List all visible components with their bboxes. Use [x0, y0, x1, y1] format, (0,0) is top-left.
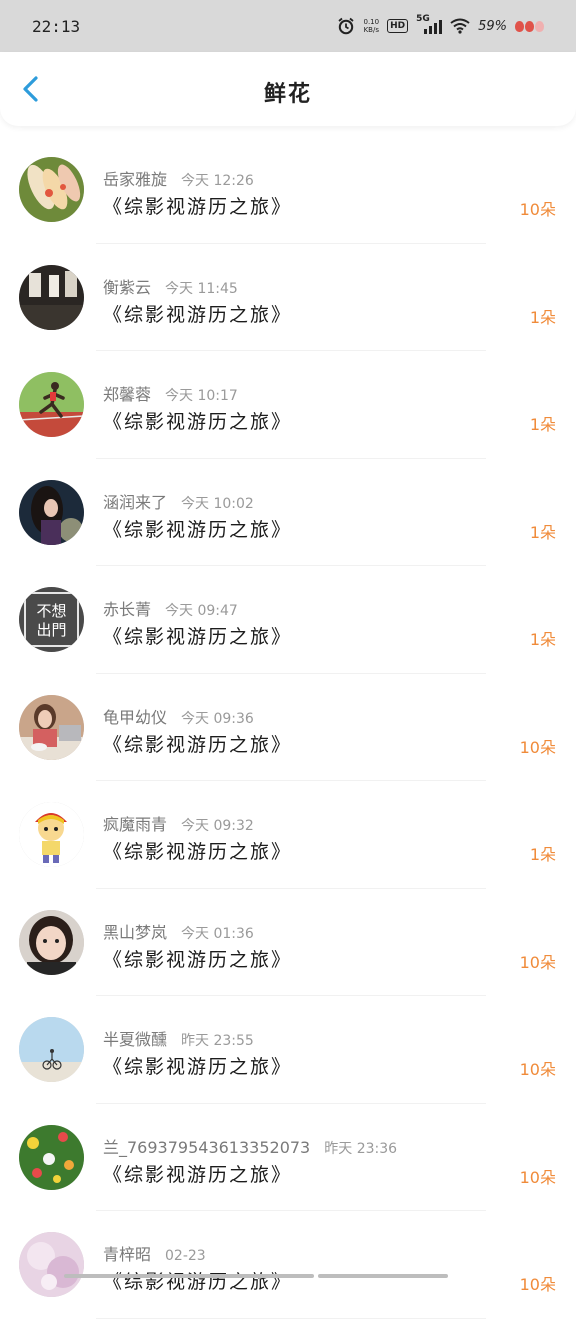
network-speed: 0.10 KB/s	[363, 18, 379, 34]
app-notification-icons	[515, 20, 544, 32]
flower-count: 10朵	[519, 1275, 556, 1294]
book-title: 《综影视游历之旅》	[103, 733, 293, 756]
battery-level: 59%	[478, 18, 507, 34]
svg-text:出門: 出門	[36, 621, 66, 639]
avatar-runner[interactable]	[19, 372, 84, 437]
network-speed-unit: KB/s	[363, 26, 379, 34]
flower-count: 1朵	[529, 307, 556, 327]
gift-time: 今天 10:02	[181, 495, 254, 512]
status-bar: 22:13 0.10 KB/s HD 5G 59%	[0, 0, 576, 52]
book-title: 《综影视游历之旅》	[103, 626, 293, 648]
user-name[interactable]: 衡紫云	[103, 278, 151, 297]
status-icons: 0.10 KB/s HD 5G 59%	[337, 14, 544, 38]
avatar-pink-blur[interactable]	[19, 1232, 84, 1297]
book-title: 《综影视游历之旅》	[103, 196, 293, 218]
gift-row[interactable]: 兰_769379543613352073 昨天 23:36 《综影视游历之旅》 10朵	[0, 1104, 576, 1211]
flower-count: 1朵	[529, 522, 556, 542]
gift-row-header: 半夏微醺 昨天 23:55	[103, 1026, 254, 1050]
alarm-icon	[338, 17, 355, 35]
gift-row-header: 黑山梦岚 今天 01:36	[103, 919, 254, 943]
page-title: 鲜花	[263, 82, 312, 107]
cellular-signal-icon: 5G	[416, 14, 443, 36]
user-name[interactable]: 疯魔雨青	[103, 815, 167, 834]
gift-time: 今天 11:45	[165, 280, 238, 297]
flower-count: 1朵	[529, 415, 556, 434]
gift-row-header: 疯魔雨青 今天 09:32	[103, 811, 254, 835]
svg-text:不想: 不想	[36, 602, 66, 620]
gift-row[interactable]: 疯魔雨青 今天 09:32 《综影视游历之旅》 1朵	[0, 781, 576, 889]
user-name[interactable]: 岳家雅旋	[103, 170, 167, 189]
gift-row[interactable]: 涵润来了 今天 10:02 《综影视游历之旅》 1朵	[0, 459, 576, 566]
gift-row-header: 赤长菁 今天 09:47	[103, 596, 238, 620]
book-title: 《综影视游历之旅》	[103, 411, 293, 433]
flower-count: 10朵	[519, 200, 556, 219]
flower-count: 1朵	[529, 630, 556, 649]
gift-row-header: 青梓昭 02-23	[103, 1241, 206, 1265]
user-name[interactable]: 赤长菁	[103, 600, 151, 619]
gift-row[interactable]: 郑馨蓉 今天 10:17 《综影视游历之旅》 1朵	[0, 351, 576, 459]
avatar-girl-laptop[interactable]	[19, 694, 84, 760]
gift-row-header: 衡紫云 今天 11:45	[103, 274, 238, 298]
gift-row[interactable]: 衡紫云 今天 11:45 《综影视游历之旅》 1朵	[0, 244, 576, 351]
gift-row-header: 岳家雅旋 今天 12:26	[103, 166, 254, 190]
gift-time: 02-23	[165, 1248, 206, 1264]
gift-row[interactable]: 岳家雅旋 今天 12:26 《综影视游历之旅》 10朵	[0, 136, 576, 244]
book-title: 《综影视游历之旅》	[103, 841, 293, 863]
book-title: 《综影视游历之旅》	[103, 948, 293, 971]
book-title: 《综影视游历之旅》	[103, 1056, 293, 1078]
avatar-dark-scene[interactable]	[19, 264, 84, 330]
network-speed-value: 0.10	[363, 18, 380, 26]
gift-row[interactable]: 青梓昭 02-23 《综影视游历之旅》 10朵	[0, 1211, 576, 1319]
gift-row-header: 涵润来了 今天 10:02	[103, 489, 254, 513]
home-indicator	[64, 1274, 512, 1278]
flower-count: 10朵	[519, 1167, 556, 1187]
user-name[interactable]: 黑山梦岚	[103, 923, 167, 942]
avatar-text-sign[interactable]: 不想 出門	[19, 587, 84, 652]
row-divider	[96, 1317, 486, 1319]
avatar-cartoon-boy[interactable]	[19, 802, 84, 867]
avatar-child[interactable]	[19, 909, 84, 975]
hd-icon: HD	[387, 19, 409, 33]
book-title: 《综影视游历之旅》	[103, 303, 293, 326]
gift-row-header: 兰_769379543613352073 昨天 23:36	[103, 1134, 397, 1158]
gift-row[interactable]: 龟甲幼仪 今天 09:36 《综影视游历之旅》 10朵	[0, 674, 576, 781]
book-title: 《综影视游历之旅》	[103, 1163, 293, 1186]
user-name[interactable]: 郑馨蓉	[103, 385, 151, 404]
gift-time: 昨天 23:55	[181, 1033, 254, 1049]
gift-time: 今天 09:32	[181, 818, 254, 834]
app-header: 鲜花	[0, 52, 576, 126]
gift-time: 今天 09:47	[165, 603, 238, 619]
book-title: 《综影视游历之旅》	[103, 1271, 293, 1293]
gift-time: 今天 09:36	[181, 710, 254, 727]
user-name[interactable]: 半夏微醺	[103, 1030, 167, 1049]
gift-row-header: 龟甲幼仪 今天 09:36	[103, 704, 254, 728]
avatar-flowers[interactable]	[19, 1124, 84, 1190]
gift-time: 今天 10:17	[165, 388, 238, 404]
flower-count: 1朵	[529, 845, 556, 864]
flower-count: 10朵	[519, 952, 556, 972]
flower-count: 10朵	[519, 1060, 556, 1079]
avatar-spring-rolls[interactable]	[19, 157, 84, 222]
gift-time: 今天 01:36	[181, 925, 254, 942]
gift-row[interactable]: 黑山梦岚 今天 01:36 《综影视游历之旅》 10朵	[0, 889, 576, 996]
gift-row[interactable]: 半夏微醺 昨天 23:55 《综影视游历之旅》 10朵	[0, 996, 576, 1104]
status-time: 22:13	[32, 17, 81, 36]
user-name[interactable]: 兰_769379543613352073	[103, 1138, 310, 1157]
user-name[interactable]: 青梓昭	[103, 1245, 151, 1264]
user-name[interactable]: 龟甲幼仪	[103, 708, 167, 727]
flower-gift-list: 岳家雅旋 今天 12:26 《综影视游历之旅》 10朵 衡紫云 今天 11:45 《综影视游…	[0, 136, 576, 1319]
wifi-icon	[450, 18, 470, 34]
user-name[interactable]: 涵润来了	[103, 493, 167, 512]
gift-row[interactable]: 不想 出門 赤长菁 今天 09:47 《综影视游历之旅》 1朵	[0, 566, 576, 674]
gift-row-header: 郑馨蓉 今天 10:17	[103, 381, 238, 405]
gift-time: 昨天 23:36	[324, 1140, 398, 1157]
book-title: 《综影视游历之旅》	[103, 518, 293, 541]
avatar-girl-dark[interactable]	[19, 479, 84, 545]
gift-time: 今天 12:26	[181, 173, 254, 189]
avatar-cyclist-sky[interactable]	[19, 1017, 84, 1082]
flower-count: 10朵	[519, 737, 556, 757]
